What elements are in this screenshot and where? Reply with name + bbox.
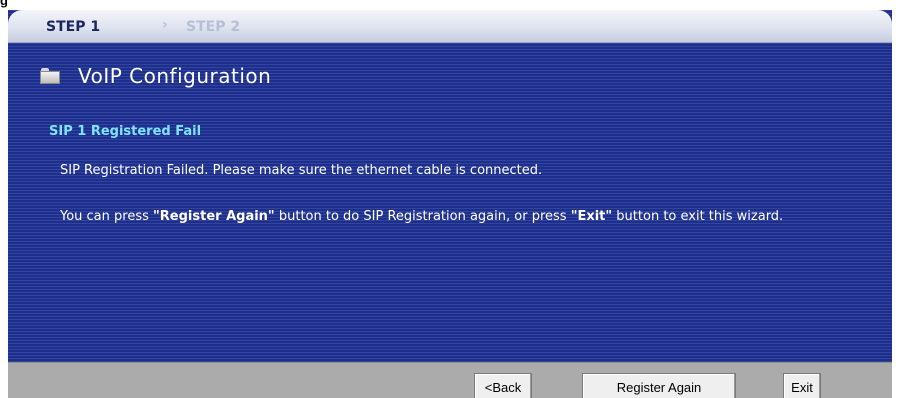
wizard-panel: STEP 1 › STEP 2 VoIP Configuration SIP 1… [8,10,892,398]
instruction-part-2: button to do SIP Registration again, or … [274,209,571,224]
step-2-label: STEP 2 [186,19,241,35]
exit-button[interactable]: Exit [783,373,821,398]
title-row: VoIP Configuration [40,62,271,90]
step-bar: STEP 1 › STEP 2 [8,10,892,43]
failure-message: SIP Registration Failed. Please make sur… [60,163,543,178]
exit-emphasis: "Exit" [570,209,613,224]
corner-glyph: g [0,0,8,8]
top-strip: g [0,0,898,10]
back-button[interactable]: <Back [474,373,532,398]
register-again-button[interactable]: Register Again [582,373,736,398]
button-bar: <Back Register Again Exit [8,362,892,398]
page-title: VoIP Configuration [78,64,272,88]
step-separator-arrow-icon: › [162,17,168,33]
section-subheading: SIP 1 Registered Fail [49,124,202,139]
instruction-part-1: You can press [60,209,154,224]
register-again-emphasis: "Register Again" [153,209,275,224]
instruction-message: You can press "Register Again" button to… [60,209,892,225]
instruction-part-3: button to exit this wizard. [612,209,784,224]
folder-icon [40,68,60,84]
step-1-label: STEP 1 [46,19,101,35]
wizard-window: g STEP 1 › STEP 2 VoIP Configuration SIP… [0,0,898,398]
